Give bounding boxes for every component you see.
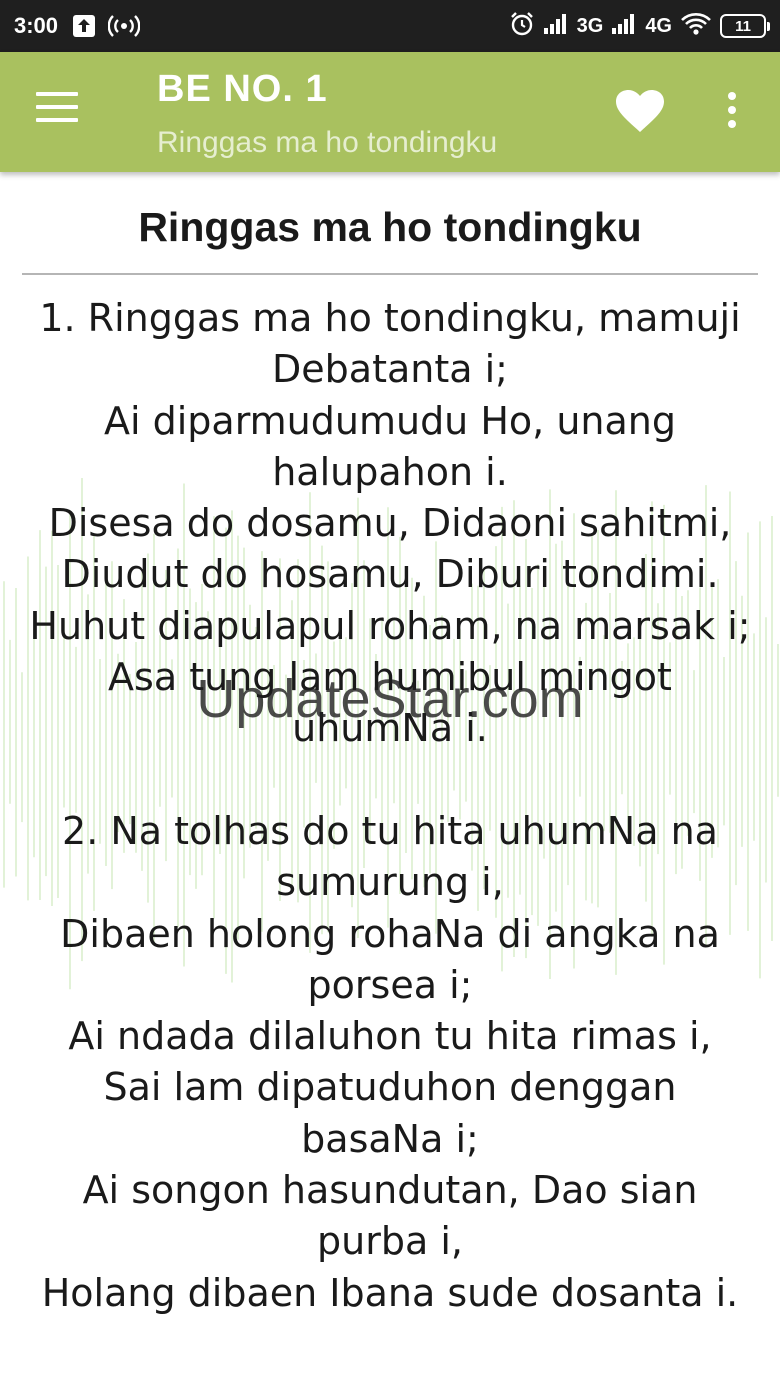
app-bar: BE NO. 1 Ringgas ma ho tondingku <box>0 52 780 172</box>
lyric-line: Sai lam dipatuduhon denggan <box>103 1065 677 1110</box>
lyrics: 1. Ringgas ma ho tondingku, mamuji Debat… <box>0 293 780 1319</box>
upload-icon <box>72 14 96 38</box>
lyric-line: Asa tung lam humibul mingot <box>108 655 672 700</box>
lyric-line: Ai ndada dilaluhon tu hita rimas i, <box>68 1014 712 1059</box>
status-time: 3:00 <box>14 13 59 38</box>
network-3g-label: 3G <box>576 14 604 37</box>
lyric-line: porsea i; <box>307 962 473 1007</box>
alarm-icon <box>509 11 535 41</box>
lyric-line: Disesa do dosamu, Didaoni sahitmi, <box>48 501 732 546</box>
title-divider <box>22 273 758 275</box>
wifi-icon <box>680 12 712 40</box>
battery-icon: 11 <box>720 14 770 38</box>
status-bar: 3:00 3G 4G 11 <box>0 0 780 52</box>
lyric-line: uhumNa i. <box>292 706 488 751</box>
song-content[interactable]: Ringgas ma ho tondingku 1. Ringgas ma ho… <box>0 172 780 1386</box>
lyric-line: halupahon i. <box>272 449 508 494</box>
signal-icon <box>543 13 569 39</box>
lyric-line: basaNa i; <box>301 1116 479 1161</box>
menu-icon[interactable] <box>36 92 84 132</box>
lyric-line: Dibaen holong rohaNa di angka na <box>60 911 720 956</box>
lyric-line: Debatanta i; <box>272 347 508 392</box>
signal-icon <box>611 13 637 39</box>
lyric-line: Ai diparmudumudu Ho, unang <box>103 398 676 443</box>
lyric-line: Huhut diapulapul roham, na marsak i; <box>29 603 751 648</box>
verse-gap <box>14 755 766 806</box>
lyric-line: Diudut do hosamu, Diburi tondimi. <box>61 552 719 597</box>
lyric-line: 1. Ringgas ma ho tondingku, mamuji <box>39 296 741 340</box>
app-subtitle: Ringgas ma ho tondingku <box>157 126 498 159</box>
lyric-line: sumurung i, <box>276 860 504 905</box>
heart-icon[interactable] <box>616 90 666 136</box>
lyric-line: Ai songon hasundutan, Dao sian <box>82 1168 698 1213</box>
lyric-line: Holang dibaen Ibana sude dosanta i. <box>41 1270 739 1315</box>
hotspot-icon <box>108 14 141 38</box>
song-title: Ringgas ma ho tondingku <box>138 204 642 250</box>
network-4g-label: 4G <box>645 14 672 37</box>
app-title: BE NO. 1 <box>157 68 328 110</box>
lyric-line: 2. Na tolhas do tu hita uhumNa na <box>62 808 718 853</box>
more-options-icon[interactable] <box>718 92 746 136</box>
lyric-line: purba i, <box>317 1219 463 1264</box>
